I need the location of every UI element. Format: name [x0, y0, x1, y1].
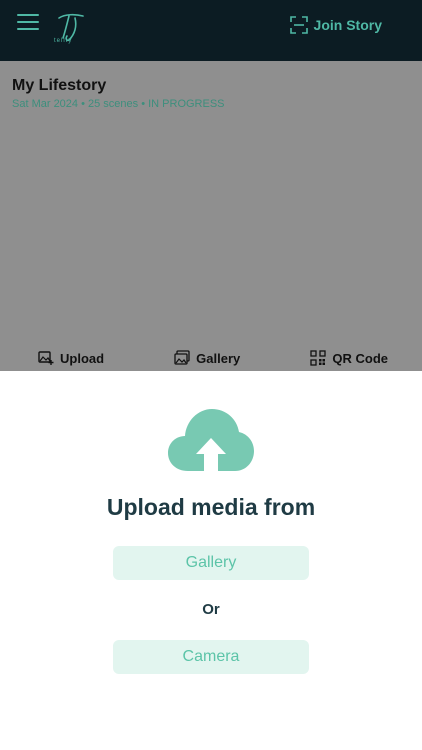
tab-qr-code[interactable]: QR Code	[310, 345, 388, 371]
story-meta: Sat Mar 2024 • 25 scenes • IN PROGRESS	[12, 98, 225, 110]
join-story-button[interactable]: Join Story	[289, 14, 382, 36]
sheet-title: Upload media from	[106, 494, 316, 520]
logo-subtext: tellty	[54, 38, 73, 44]
gallery-icon	[174, 350, 190, 365]
app-header: tellty Join Story	[0, 0, 422, 61]
gallery-button[interactable]: Gallery	[113, 546, 309, 580]
cloud-upload-icon	[168, 409, 254, 471]
camera-button[interactable]: Camera	[113, 640, 309, 674]
story-title: My Lifestory	[12, 77, 107, 94]
menu-icon[interactable]	[17, 14, 39, 32]
tab-upload[interactable]: Upload	[38, 345, 104, 371]
tab-gallery-label: Gallery	[196, 350, 241, 366]
image-plus-icon	[38, 351, 54, 365]
tab-qr-code-label: QR Code	[332, 350, 388, 366]
tab-gallery[interactable]: Gallery	[174, 345, 240, 371]
story-actions-bar: Upload Gallery QR Code	[0, 345, 422, 371]
story-content-dimmed: My Lifestory Sat Mar 2024 • 25 scenes • …	[0, 61, 422, 371]
join-story-label: Join Story	[313, 17, 382, 33]
or-separator: Or	[202, 601, 220, 618]
upload-media-sheet: Upload media from Gallery Or Camera	[0, 371, 422, 750]
qr-code-icon	[310, 350, 327, 366]
scan-icon	[289, 16, 308, 34]
tab-upload-label: Upload	[60, 350, 105, 366]
